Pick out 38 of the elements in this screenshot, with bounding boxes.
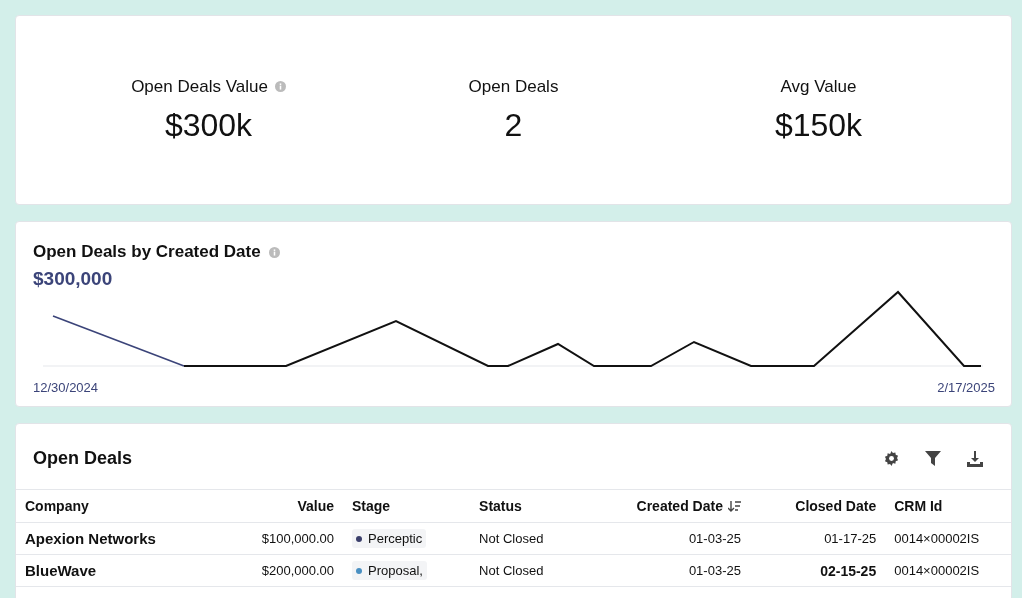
column-header[interactable]: Closed Date xyxy=(795,498,877,514)
download-icon[interactable] xyxy=(967,450,983,467)
table-cell: 01-03-25 xyxy=(688,531,741,546)
table-cell: $200,000.00 xyxy=(261,563,334,578)
info-icon xyxy=(274,81,286,92)
sort-icon[interactable] xyxy=(727,501,741,514)
column-header[interactable]: Stage xyxy=(352,498,391,514)
column-header[interactable]: CRM Id xyxy=(894,498,943,514)
table-cell: 0014×00002IS xyxy=(894,531,980,546)
table-cell: 0014×00002IS xyxy=(894,563,980,578)
table-cell: 01-03-25 xyxy=(688,563,741,578)
settings-icon[interactable] xyxy=(884,451,899,466)
info-icon xyxy=(268,246,280,258)
end-date: 2/17/2025 xyxy=(937,380,995,395)
stage-tag: Perceptic xyxy=(352,529,427,548)
table-cell: 02-15-25 xyxy=(820,562,877,579)
table-cell: Not Closed xyxy=(479,531,544,546)
table-cell: BlueWave xyxy=(25,562,97,579)
column-header[interactable]: Value xyxy=(297,498,334,514)
kpi-value: $300k xyxy=(164,106,253,144)
column-header[interactable]: Status xyxy=(479,498,522,514)
kpi-label: Open Deals xyxy=(468,76,559,97)
table-cell: Apexion Networks xyxy=(25,530,156,547)
chart-title: Open Deals by Created Date xyxy=(33,242,261,262)
kpi-label: Avg Value xyxy=(780,76,857,97)
table-cell: 01-17-25 xyxy=(824,531,877,546)
chart-total: $300,000 xyxy=(33,268,114,290)
kpi-value: 2 xyxy=(504,106,523,144)
table-cell: $100,000.00 xyxy=(261,531,334,546)
table-title: Open Deals xyxy=(33,448,133,469)
filter-icon[interactable] xyxy=(925,451,941,466)
kpi-value: $150k xyxy=(774,106,863,144)
start-date: 12/30/2024 xyxy=(33,380,99,395)
column-header[interactable]: Created Date xyxy=(636,498,723,514)
kpi-label: Open Deals Value xyxy=(131,76,268,97)
table-cell: Not Closed xyxy=(479,563,544,578)
stage-tag: Proposal, xyxy=(352,561,427,580)
column-header[interactable]: Company xyxy=(25,498,89,514)
